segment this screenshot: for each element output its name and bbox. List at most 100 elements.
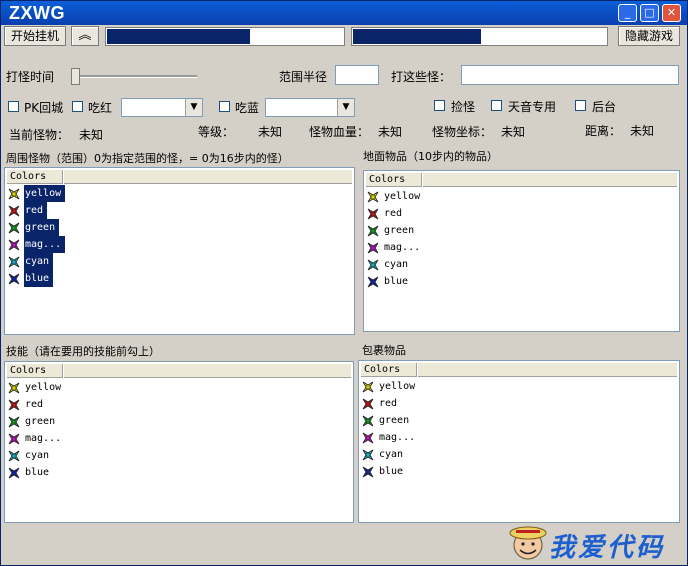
current-monster-label: 当前怪物： xyxy=(9,128,70,142)
eat-blue-select[interactable]: ▼ xyxy=(265,98,355,117)
color-swatch-icon xyxy=(366,257,380,272)
color-swatch-icon xyxy=(7,397,21,412)
list-item[interactable]: mag... xyxy=(7,430,64,447)
list-item[interactable]: green xyxy=(7,219,60,236)
list-item[interactable]: mag... xyxy=(366,239,423,256)
list-item[interactable]: red xyxy=(361,395,400,412)
list-item[interactable]: blue xyxy=(7,270,54,287)
list-item[interactable]: mag... xyxy=(7,236,66,253)
list-item-label: cyan xyxy=(384,259,409,270)
list-item-label: mag... xyxy=(384,242,421,253)
tianyin-checkbox[interactable] xyxy=(491,100,502,111)
color-swatch-icon xyxy=(361,464,375,479)
list-item-label: green xyxy=(384,225,415,236)
ground-items-list[interactable]: Colors yellow red green mag... cyan blue xyxy=(363,170,680,332)
list-item-label: blue xyxy=(25,467,50,478)
color-swatch-icon xyxy=(7,431,21,446)
level-value: 未知 xyxy=(258,125,283,139)
list-item[interactable]: cyan xyxy=(366,256,411,273)
list-item[interactable]: cyan xyxy=(361,446,406,463)
list-item[interactable]: red xyxy=(7,396,46,413)
list-item[interactable]: green xyxy=(366,222,417,239)
list-item-label: red xyxy=(384,208,403,219)
column-header-filler xyxy=(64,364,351,378)
column-header-filler xyxy=(64,170,352,184)
column-header-filler xyxy=(423,173,677,187)
color-swatch-icon xyxy=(7,465,21,480)
column-header[interactable]: Colors xyxy=(7,364,63,378)
distance-value: 未知 xyxy=(630,124,655,138)
list-item[interactable]: yellow xyxy=(366,188,423,205)
range-input[interactable] xyxy=(335,65,379,85)
list-item[interactable]: yellow xyxy=(7,185,66,202)
list-item-label: green xyxy=(24,219,60,236)
start-bot-button[interactable]: 开始挂机 xyxy=(4,26,66,46)
list-item-label: blue xyxy=(24,270,54,287)
list-item[interactable]: blue xyxy=(361,463,406,480)
list-item[interactable]: mag... xyxy=(361,429,418,446)
color-swatch-icon xyxy=(361,379,375,394)
hide-game-button[interactable]: 隐藏游戏 xyxy=(618,26,680,46)
list-item-label: blue xyxy=(384,276,409,287)
monster-coords-label: 怪物坐标： xyxy=(432,125,493,139)
minimize-button[interactable]: _ xyxy=(618,4,637,22)
collapse-button[interactable]: ︽ xyxy=(71,26,99,46)
color-swatch-icon xyxy=(361,413,375,428)
color-swatch-icon xyxy=(7,271,21,286)
maximize-button[interactable]: □ xyxy=(640,4,659,22)
window-title: ZXWG xyxy=(9,3,65,23)
color-swatch-icon xyxy=(361,396,375,411)
kill-time-slider[interactable] xyxy=(71,68,80,85)
monsters-label: 打这些怪： xyxy=(391,70,452,84)
background-label: 后台 xyxy=(592,100,617,114)
pickup-checkbox[interactable] xyxy=(434,100,445,111)
kill-time-slider-track xyxy=(73,75,197,78)
eat-red-select[interactable]: ▼ xyxy=(121,98,203,117)
list-item-label: mag... xyxy=(24,236,66,253)
monsters-input[interactable] xyxy=(461,65,679,85)
eat-blue-checkbox[interactable] xyxy=(219,101,230,112)
distance-label: 距离： xyxy=(585,124,622,138)
list-item[interactable]: yellow xyxy=(361,378,418,395)
monsters-panel-title: 周围怪物（范围）0为指定范围的怪，= 0为16步内的怪） xyxy=(6,152,289,165)
chevron-down-icon: ▼ xyxy=(185,99,202,116)
pk-return-checkbox[interactable] xyxy=(8,101,19,112)
list-item[interactable]: cyan xyxy=(7,253,54,270)
list-item-label: red xyxy=(25,399,44,410)
list-item[interactable]: green xyxy=(7,413,58,430)
title-bar[interactable]: ZXWG _ □ ✕ xyxy=(1,1,687,25)
progress-bar-2 xyxy=(351,27,608,46)
skills-list[interactable]: Colors yellow red green mag... cyan blue xyxy=(4,361,354,523)
list-item[interactable]: blue xyxy=(366,273,411,290)
background-checkbox[interactable] xyxy=(575,100,586,111)
color-swatch-icon xyxy=(366,189,380,204)
skills-panel-title: 技能（请在要用的技能前勾上） xyxy=(6,345,160,358)
list-item[interactable]: red xyxy=(366,205,405,222)
kill-time-label: 打怪时间 xyxy=(6,70,55,84)
eat-red-checkbox[interactable] xyxy=(72,101,83,112)
bag-items-list[interactable]: Colors yellow red green mag... cyan blue xyxy=(358,360,680,523)
list-item-label: red xyxy=(24,202,48,219)
column-header[interactable]: Colors xyxy=(7,170,63,184)
color-swatch-icon xyxy=(7,448,21,463)
list-item[interactable]: green xyxy=(361,412,412,429)
list-item[interactable]: blue xyxy=(7,464,52,481)
column-header[interactable]: Colors xyxy=(361,363,417,377)
list-item[interactable]: yellow xyxy=(7,379,64,396)
color-swatch-icon xyxy=(7,237,21,252)
list-item-label: cyan xyxy=(25,450,50,461)
list-item-label: yellow xyxy=(379,381,416,392)
monsters-list[interactable]: Colors yellow red green mag... cyan blue xyxy=(4,167,355,335)
close-button[interactable]: ✕ xyxy=(662,4,681,22)
tianyin-label: 天音专用 xyxy=(508,100,557,114)
monster-coords-value: 未知 xyxy=(501,125,526,139)
main-window: ZXWG _ □ ✕ 开始挂机 ︽ 隐藏游戏 打怪时间 范围半径 打这些怪： P… xyxy=(0,0,688,566)
column-header-filler xyxy=(418,363,677,377)
list-item[interactable]: red xyxy=(7,202,48,219)
monster-hp-label: 怪物血量： xyxy=(309,125,370,139)
list-item-label: mag... xyxy=(379,432,416,443)
eat-blue-label: 吃蓝 xyxy=(235,101,260,115)
list-item[interactable]: cyan xyxy=(7,447,52,464)
column-header[interactable]: Colors xyxy=(366,173,422,187)
list-item-label: cyan xyxy=(379,449,404,460)
